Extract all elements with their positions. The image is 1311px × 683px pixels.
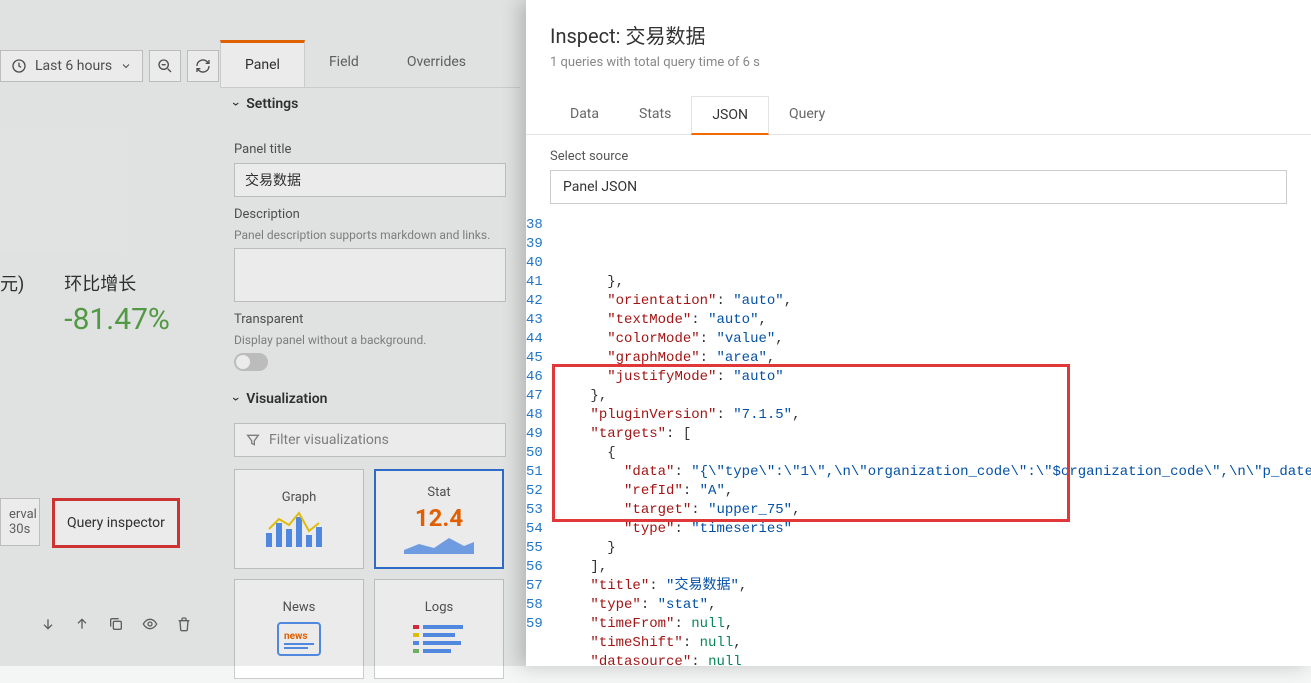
stat-value-right: -81.47% xyxy=(64,302,170,337)
drawer-tab-stats[interactable]: Stats xyxy=(619,96,691,134)
zoom-out-icon xyxy=(157,58,173,74)
select-source-dropdown[interactable]: Panel JSON xyxy=(550,170,1287,204)
drawer-subtitle: 1 queries with total query time of 6 s xyxy=(550,55,1287,70)
trash-icon[interactable] xyxy=(176,616,192,632)
chevron-down-icon xyxy=(120,60,132,72)
section-settings-header[interactable]: › Settings xyxy=(220,88,520,120)
json-code-area[interactable]: 3839404142434445464748495051525354555657… xyxy=(526,216,1311,666)
tab-panel[interactable]: Panel xyxy=(220,40,305,87)
stat-label-left: 元) xyxy=(0,270,24,296)
graph-icon xyxy=(264,509,334,549)
description-sub: Panel description supports markdown and … xyxy=(234,228,506,242)
logs-icon xyxy=(409,619,469,659)
tab-overrides[interactable]: Overrides xyxy=(383,40,490,87)
viz-card-graph[interactable]: Graph xyxy=(234,469,364,569)
time-range-label: Last 6 hours xyxy=(35,58,112,74)
drawer-tab-query[interactable]: Query xyxy=(769,96,845,134)
filter-icon xyxy=(245,432,261,448)
drawer-tab-json[interactable]: JSON xyxy=(691,96,769,135)
chevron-down-icon: › xyxy=(228,397,244,401)
transparent-label: Transparent xyxy=(234,312,506,327)
transparent-toggle[interactable] xyxy=(234,353,268,371)
viz-card-logs[interactable]: Logs xyxy=(374,579,504,679)
viz-card-news[interactable]: News news xyxy=(234,579,364,679)
arrow-up-icon[interactable] xyxy=(74,616,90,632)
svg-text:news: news xyxy=(284,631,308,642)
transparent-sub: Display panel without a background. xyxy=(234,333,506,347)
select-source-label: Select source xyxy=(526,135,1311,170)
panel-title-label: Panel title xyxy=(234,142,506,157)
stat-label-right: 环比增长 xyxy=(64,270,170,296)
query-row-actions xyxy=(40,616,192,632)
section-visualization-header[interactable]: › Visualization xyxy=(220,383,520,415)
clock-icon xyxy=(11,58,27,74)
news-icon: news xyxy=(274,619,324,659)
refresh-button[interactable] xyxy=(187,50,219,82)
description-input[interactable] xyxy=(234,248,506,302)
json-highlight-box xyxy=(552,364,1070,522)
copy-icon[interactable] xyxy=(108,616,124,632)
interval-picker[interactable]: erval 30s xyxy=(0,498,40,546)
drawer-tab-data[interactable]: Data xyxy=(550,96,619,134)
inspect-drawer: Inspect: 交易数据 1 queries with total query… xyxy=(526,0,1311,666)
description-label: Description xyxy=(234,207,506,222)
tab-field[interactable]: Field xyxy=(305,40,383,87)
stat-preview-value: 12.4 xyxy=(415,504,463,532)
viz-filter-input[interactable]: Filter visualizations xyxy=(234,423,506,457)
refresh-icon xyxy=(195,58,211,74)
chevron-down-icon: › xyxy=(228,102,244,106)
zoom-out-button[interactable] xyxy=(149,50,181,82)
drawer-title: Inspect: 交易数据 xyxy=(550,20,1287,49)
viz-card-stat[interactable]: Stat 12.4 xyxy=(374,469,504,569)
query-inspector-button[interactable]: Query inspector xyxy=(52,498,180,548)
time-range-picker[interactable]: Last 6 hours xyxy=(0,50,143,82)
eye-icon[interactable] xyxy=(142,616,158,632)
sparkline-icon xyxy=(404,536,474,554)
panel-title-input[interactable] xyxy=(234,163,506,197)
arrow-down-icon[interactable] xyxy=(40,616,56,632)
